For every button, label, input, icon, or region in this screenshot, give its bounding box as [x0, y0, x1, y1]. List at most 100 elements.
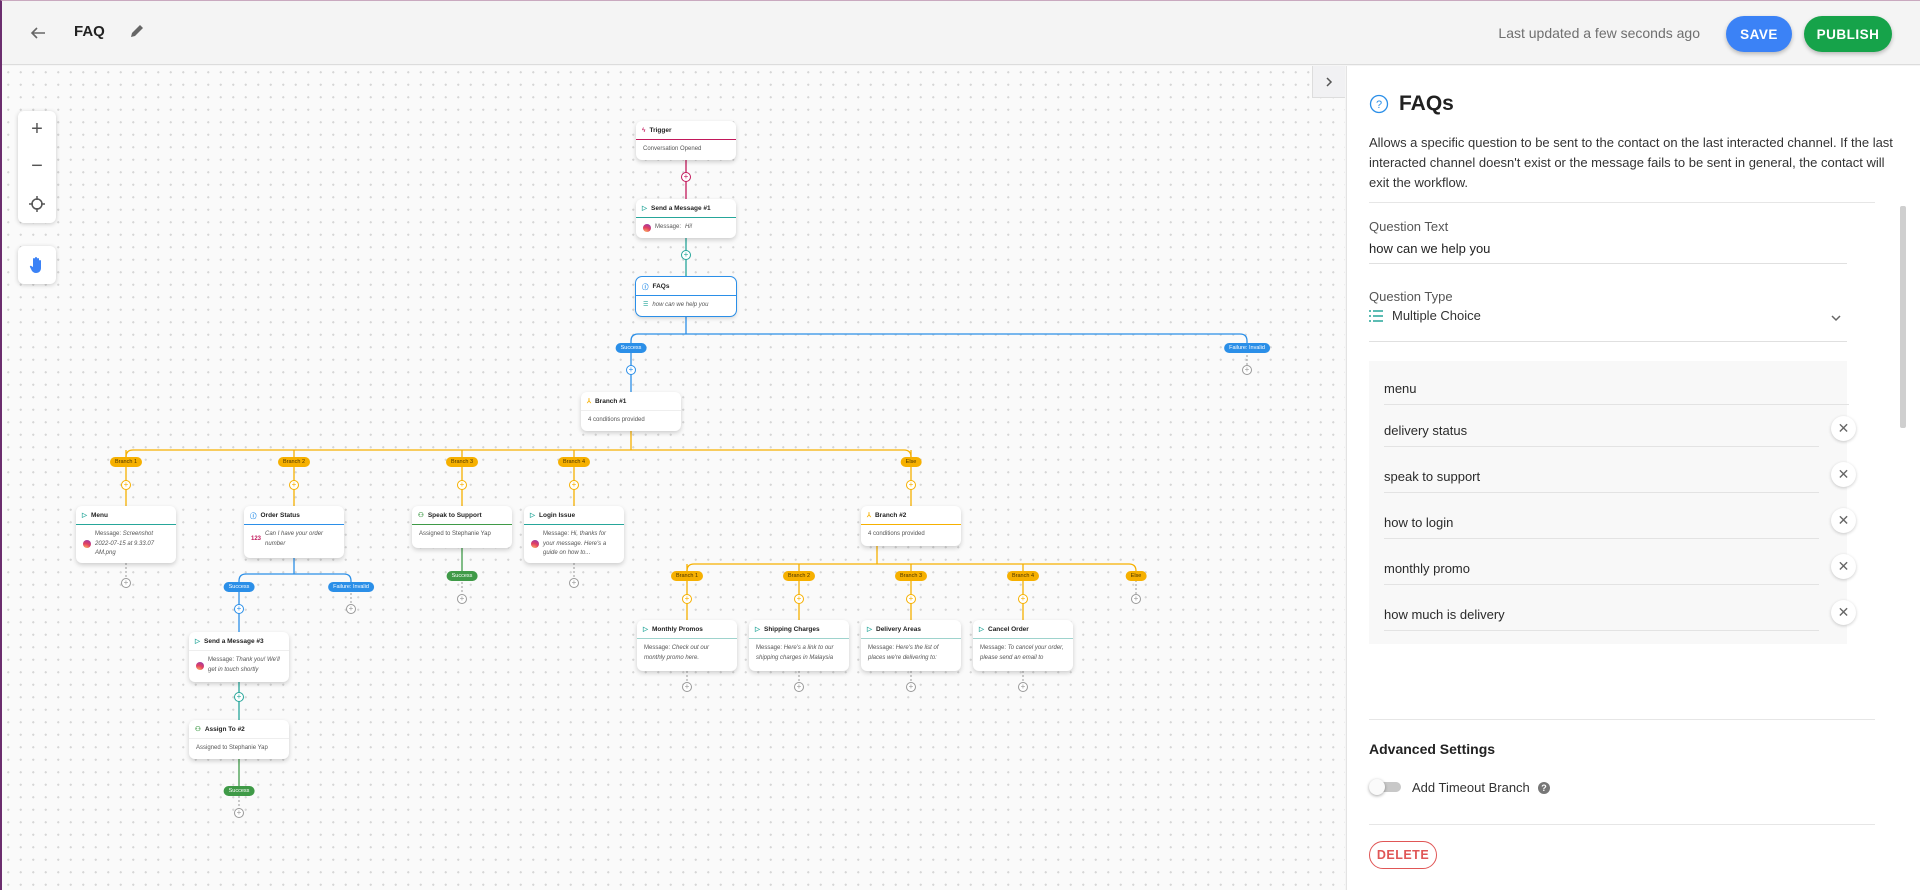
add-step-button[interactable]: + — [234, 604, 244, 614]
node-shipping-charges[interactable]: ▷ Shipping Charges Message: Here's a link… — [749, 620, 849, 671]
add-step-button[interactable]: + — [1242, 365, 1252, 375]
success-label[interactable]: Success — [615, 343, 647, 353]
timeout-branch-toggle[interactable] — [1369, 779, 1401, 795]
remove-choice-button[interactable]: ✕ — [1831, 554, 1856, 579]
workflow-canvas[interactable]: + − + + + + + + + + + + + + + + + + + + … — [2, 66, 1345, 890]
node-cancel-order[interactable]: ▷ Cancel Order Message: To cancel your or… — [973, 620, 1073, 671]
add-step-button[interactable]: + — [1018, 594, 1028, 604]
panel-description: Allows a specific question to be sent to… — [1369, 135, 1893, 190]
add-step-button[interactable]: + — [121, 480, 131, 490]
question-text-input[interactable]: how can we help you — [1369, 241, 1847, 261]
add-step-button[interactable]: + — [681, 250, 691, 260]
choice-item: how to login ✕ — [1384, 508, 1856, 539]
failure-invalid-label[interactable]: Failure: Invalid — [328, 582, 374, 592]
zoom-in-button[interactable]: + — [18, 111, 56, 148]
add-step-button[interactable]: + — [234, 692, 244, 702]
node-login-issue[interactable]: ▷ Login Issue Message: Hi, thanks for you… — [524, 506, 624, 563]
delete-step-button[interactable]: DELETE — [1369, 841, 1437, 869]
node-speak-to-support[interactable]: ⚇ Speak to Support Assigned to Stephanie … — [412, 506, 512, 548]
branch-2-label[interactable]: Branch 2 — [782, 571, 816, 581]
question-type-select[interactable]: Multiple Choice — [1369, 308, 1847, 330]
instagram-icon — [531, 540, 539, 549]
branch-4-label[interactable]: Branch 4 — [557, 457, 591, 467]
add-step-button[interactable]: + — [906, 594, 916, 604]
add-step-button[interactable]: + — [569, 578, 579, 588]
recenter-button[interactable] — [18, 185, 56, 222]
add-step-button[interactable]: + — [794, 594, 804, 604]
node-body: Message: Check out our monthly promo her… — [644, 645, 710, 661]
edge-branch2-children — [686, 564, 1024, 620]
help-icon[interactable]: ? — [1538, 782, 1550, 794]
branch-3-label[interactable]: Branch 3 — [894, 571, 928, 581]
node-send-message-1[interactable]: ▷ Send a Message #1 Message: Hi! — [636, 199, 736, 238]
node-trigger[interactable]: ϟ Trigger Conversation Opened — [636, 121, 736, 160]
add-step-button[interactable]: + — [234, 808, 244, 818]
choice-input[interactable]: monthly promo — [1384, 561, 1834, 579]
save-button[interactable]: SAVE — [1726, 16, 1792, 52]
add-step-button[interactable]: + — [906, 682, 916, 692]
add-step-button[interactable]: + — [569, 480, 579, 490]
panel-scrollbar[interactable] — [1900, 206, 1906, 428]
add-step-button[interactable]: + — [457, 594, 467, 604]
remove-choice-button[interactable]: ✕ — [1831, 508, 1856, 533]
node-assign-to-2[interactable]: ⚇ Assign To #2 Assigned to Stephanie Yap — [189, 720, 289, 759]
failure-invalid-label[interactable]: Failure: Invalid — [1224, 343, 1270, 353]
choice-input[interactable]: speak to support — [1384, 469, 1834, 487]
success-label[interactable]: Success — [446, 571, 478, 581]
choice-input[interactable]: delivery status — [1384, 423, 1834, 441]
send-icon: ▷ — [642, 205, 647, 212]
else-label[interactable]: Else — [900, 457, 922, 467]
back-button[interactable] — [26, 21, 50, 45]
add-step-button[interactable]: + — [1018, 682, 1028, 692]
branch-1-label[interactable]: Branch 1 — [670, 571, 704, 581]
add-step-button[interactable]: + — [346, 604, 356, 614]
add-step-button[interactable]: + — [457, 480, 467, 490]
branch-3-label[interactable]: Branch 3 — [445, 457, 479, 467]
add-step-button[interactable]: + — [682, 682, 692, 692]
node-title: Cancel Order — [988, 625, 1029, 633]
node-body-prefix: Message: — [655, 224, 682, 230]
choice-input[interactable]: how to login — [1384, 515, 1834, 533]
choice-input[interactable]: how much is delivery — [1384, 607, 1834, 625]
add-step-button[interactable]: + — [626, 365, 636, 375]
node-delivery-areas[interactable]: ▷ Delivery Areas Message: Here's the list… — [861, 620, 961, 671]
send-icon: ▷ — [643, 626, 648, 633]
add-step-button[interactable]: + — [121, 578, 131, 588]
branch-2-label[interactable]: Branch 2 — [277, 457, 311, 467]
else-label[interactable]: Else — [1125, 571, 1147, 581]
edit-title-button[interactable] — [129, 23, 149, 43]
node-title: Order Status — [260, 511, 300, 519]
add-step-button[interactable]: + — [906, 480, 916, 490]
divider — [1369, 719, 1875, 720]
node-order-status[interactable]: ⓘ Order Status 123 Can I have your order n… — [244, 506, 344, 558]
list-icon — [1369, 310, 1383, 322]
zoom-out-button[interactable]: − — [18, 148, 56, 185]
add-step-button[interactable]: + — [1131, 594, 1141, 604]
choice-input[interactable]: menu — [1384, 381, 1834, 399]
success-label[interactable]: Success — [223, 786, 255, 796]
pan-tool-button[interactable] — [18, 246, 56, 284]
node-branch-1[interactable]: ⅄ Branch #1 4 conditions provided — [581, 392, 681, 431]
add-step-button[interactable]: + — [681, 172, 691, 182]
collapse-panel-button[interactable] — [1312, 66, 1345, 98]
node-title: Trigger — [649, 126, 672, 134]
node-faqs-selected[interactable]: ⓘ FAQs ☰ how can we help you — [635, 276, 737, 317]
branch-1-label[interactable]: Branch 1 — [109, 457, 143, 467]
add-step-button[interactable]: + — [794, 682, 804, 692]
number-icon: 123 — [251, 535, 262, 542]
last-updated-status: Last updated a few seconds ago — [1498, 25, 1700, 41]
node-menu[interactable]: ▷ Menu Message: Screenshot 2022-07-15 at … — [76, 506, 176, 563]
add-step-button[interactable]: + — [682, 594, 692, 604]
node-monthly-promos[interactable]: ▷ Monthly Promos Message: Check out our m… — [637, 620, 737, 671]
remove-choice-button[interactable]: ✕ — [1831, 416, 1856, 441]
success-label[interactable]: Success — [223, 582, 255, 592]
node-title: Branch #1 — [594, 397, 627, 405]
branch-4-label[interactable]: Branch 4 — [1006, 571, 1040, 581]
node-send-message-3[interactable]: ▷ Send a Message #3 Message: Thank you! W… — [189, 632, 289, 682]
add-step-button[interactable]: + — [289, 480, 299, 490]
remove-choice-button[interactable]: ✕ — [1831, 600, 1856, 625]
node-branch-2[interactable]: ⅄ Branch #2 4 conditions provided — [861, 506, 961, 546]
close-icon: ✕ — [1837, 466, 1850, 482]
remove-choice-button[interactable]: ✕ — [1831, 462, 1856, 487]
publish-button[interactable]: PUBLISH — [1804, 16, 1892, 52]
